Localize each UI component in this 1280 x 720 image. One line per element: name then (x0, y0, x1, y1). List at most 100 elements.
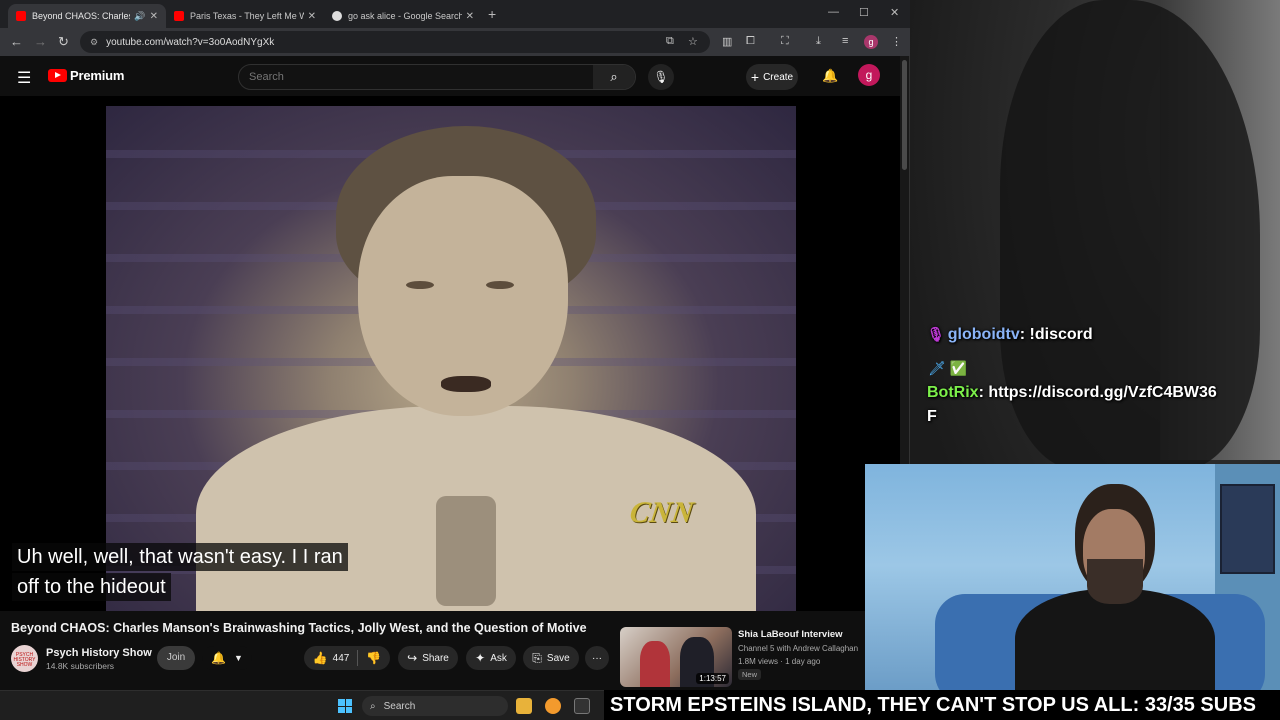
address-bar[interactable]: ⚙ youtube.com/watch?v=3o0AodNYgXk (80, 31, 710, 53)
chat-username: globoidtv (947, 326, 1020, 343)
scrollbar-thumb[interactable] (902, 60, 907, 170)
windows-taskbar: ⌕ Search (0, 690, 610, 720)
thumbs-down-icon[interactable]: 👎 (366, 651, 381, 665)
chat-text: F (927, 408, 937, 425)
file-explorer-icon[interactable] (516, 698, 532, 714)
youtube-play-icon (48, 69, 67, 82)
chat-badges: 🗡 ✅ (928, 360, 967, 377)
webcam-feed (865, 464, 1280, 690)
create-button[interactable]: + Create (746, 64, 798, 90)
notifications-bell-icon[interactable]: 🔔 (822, 68, 838, 84)
video-frame (106, 106, 796, 611)
tab-title: Beyond CHAOS: Charles M (32, 11, 131, 21)
bookmark-star-icon[interactable]: ☆ (688, 35, 698, 48)
save-label: Save (546, 652, 570, 664)
voice-search-button[interactable]: 🎙 (648, 64, 674, 90)
search-button[interactable]: ⌕ (593, 65, 635, 89)
screenshot-icon[interactable]: ⛶ (781, 35, 789, 48)
search-input[interactable] (249, 65, 589, 89)
speaker-icon[interactable]: 🔊 (134, 11, 145, 22)
video-figure-mouth (441, 376, 491, 392)
ask-label: Ask (490, 652, 507, 664)
site-info-icon[interactable]: ⚙ (90, 37, 98, 48)
chat-text: https://discord.gg/VzfC4BW36 (988, 384, 1217, 401)
extensions-icon[interactable]: ⧠ (746, 35, 755, 48)
video-app-icon[interactable] (574, 698, 590, 714)
download-icon[interactable]: ⤓ (816, 35, 821, 48)
install-icon[interactable]: ⧉ (666, 35, 674, 48)
like-count[interactable]: 447 (333, 653, 350, 664)
screen: Beyond CHAOS: Charles M 🔊 ✕ Paris Texas … (0, 0, 1280, 720)
chat-message: 🎙 globoidtv: !discord (927, 326, 1093, 343)
save-button[interactable]: ⎘ Save (523, 646, 579, 670)
account-avatar[interactable]: g (858, 64, 880, 86)
google-favicon-icon (332, 11, 342, 21)
windows-start-icon[interactable] (338, 699, 352, 713)
cnn-watermark: CNN (627, 496, 696, 529)
forward-icon[interactable]: → (34, 34, 47, 49)
tab-title: go ask alice - Google Search (348, 11, 462, 21)
minimize-icon[interactable]: — (828, 6, 839, 18)
recommended-channel[interactable]: Channel 5 with Andrew Callaghan (738, 644, 858, 653)
more-actions-button[interactable]: ··· (585, 646, 609, 670)
new-tab-button[interactable]: + (488, 6, 496, 22)
reading-list-icon[interactable]: ▥ (722, 35, 732, 48)
chat-message: F (927, 408, 937, 426)
video-duration: 1:13:57 (696, 673, 729, 684)
tab-paris-texas[interactable]: Paris Texas - They Left Me With ✕ (166, 4, 324, 28)
video-figure-collar (436, 496, 496, 606)
video-player[interactable]: CNN Uh well, well, that wasn't easy. I I… (0, 96, 900, 611)
stream-ticker: STORM EPSTEINS ISLAND, THEY CAN'T STOP U… (604, 690, 1280, 720)
recommended-title[interactable]: Shia LaBeouf Interview (738, 629, 843, 640)
tab-title: Paris Texas - They Left Me With (190, 11, 304, 21)
share-button[interactable]: ↪ Share (398, 646, 458, 670)
hamburger-menu-icon[interactable]: ☰ (17, 68, 31, 88)
channel-avatar[interactable]: PSYCH HISTORY SHOW (11, 645, 38, 672)
ask-button[interactable]: ✦ Ask (466, 646, 516, 670)
caption-line: Uh well, well, that wasn't easy. I I ran (12, 543, 348, 571)
closed-captions: Uh well, well, that wasn't easy. I I ran… (12, 543, 392, 603)
back-icon[interactable]: ← (10, 34, 23, 49)
chat-username: BotRix (927, 384, 979, 401)
tab-google-search[interactable]: go ask alice - Google Search ✕ (324, 4, 482, 28)
plus-icon: + (750, 69, 760, 85)
media-control-icon[interactable]: ≡ (842, 35, 848, 47)
tab-beyond-chaos[interactable]: Beyond CHAOS: Charles M 🔊 ✕ (8, 4, 166, 28)
search-icon: ⌕ (370, 700, 376, 712)
webcam-person-beard (1087, 559, 1143, 604)
close-tab-icon[interactable]: ✕ (308, 11, 316, 22)
video-title: Beyond CHAOS: Charles Manson's Brainwash… (11, 621, 587, 635)
subscriber-count: 14.8K subscribers (46, 661, 115, 671)
recommended-thumbnail[interactable]: 1:13:57 (620, 627, 732, 687)
app-icon[interactable] (545, 698, 561, 714)
logo-text: Premium (70, 68, 125, 83)
divider (357, 650, 359, 666)
join-button[interactable]: Join (157, 646, 195, 670)
close-tab-icon[interactable]: ✕ (150, 11, 158, 22)
recommended-meta: 1.8M views · 1 day ago (738, 657, 821, 666)
search-icon: ⌕ (610, 69, 618, 84)
like-dislike-bar: 👍 447 👎 (304, 646, 390, 670)
webcam-person-body (1015, 589, 1215, 690)
channel-name[interactable]: Psych History Show (46, 647, 152, 659)
browser-toolbar: ← → ↻ ⚙ youtube.com/watch?v=3o0AodNYgXk … (0, 28, 910, 56)
create-label: Create (763, 71, 794, 83)
close-tab-icon[interactable]: ✕ (466, 11, 474, 22)
close-window-icon[interactable]: ✕ (890, 6, 899, 19)
url-text: youtube.com/watch?v=3o0AodNYgXk (106, 36, 275, 48)
taskbar-search[interactable]: ⌕ Search (362, 696, 508, 716)
youtube-premium-logo[interactable]: Premium (48, 68, 124, 83)
browser-window: Beyond CHAOS: Charles M 🔊 ✕ Paris Texas … (0, 0, 910, 690)
bookmark-icon: ⎘ (532, 650, 542, 665)
thumbnail-figure (640, 641, 670, 687)
profile-avatar[interactable]: g (864, 35, 878, 49)
thumbs-up-icon[interactable]: 👍 (313, 651, 328, 665)
subscription-bell-button[interactable]: 🔔 ▼ (202, 646, 252, 670)
webcam-shelf (1220, 484, 1275, 574)
bell-icon: 🔔 (211, 651, 227, 665)
microphone-badge-icon: 🎙 (927, 326, 945, 342)
youtube-favicon-icon (174, 11, 184, 21)
maximize-icon[interactable]: ☐ (859, 6, 869, 19)
reload-icon[interactable]: ↻ (58, 34, 69, 50)
menu-kebab-icon[interactable]: ⋮ (891, 35, 902, 48)
